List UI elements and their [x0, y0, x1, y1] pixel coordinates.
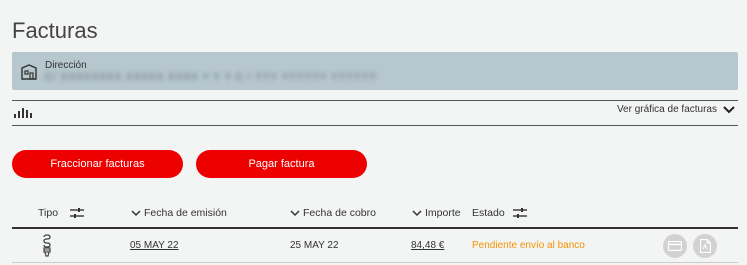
- filter-icon[interactable]: [512, 207, 527, 219]
- building-icon: [21, 64, 37, 80]
- column-label-importe: Importe: [425, 207, 461, 219]
- column-label-fecha-emision: Fecha de emisión: [144, 207, 227, 219]
- page-title: Facturas: [12, 18, 98, 43]
- table-header-divider: [12, 227, 738, 229]
- bar-chart-icon: [14, 108, 32, 118]
- address-value: C/ XXXXXXXX XXXXX XXXX Y Y Y C / YYY YYY…: [45, 72, 378, 83]
- column-label-fecha-cobro: Fecha de cobro: [303, 207, 376, 219]
- sort-chevron-icon: [290, 209, 300, 216]
- column-header-tipo[interactable]: Tipo: [38, 207, 87, 219]
- sort-chevron-icon: [412, 209, 422, 216]
- column-header-estado[interactable]: Estado: [472, 207, 530, 219]
- column-header-fecha-cobro[interactable]: Fecha de cobro: [287, 207, 376, 219]
- download-pdf-button[interactable]: [693, 234, 717, 258]
- address-box: Dirección C/ XXXXXXXX XXXXX XXXX Y Y Y C…: [12, 52, 738, 90]
- cell-fecha-cobro: 25 MAY 22: [290, 240, 339, 251]
- cell-estado: Pendiente envío al banco: [472, 240, 585, 251]
- divider-top: [12, 100, 738, 101]
- divider-chart: [12, 125, 738, 126]
- column-label-tipo: Tipo: [38, 207, 59, 219]
- chart-toggle[interactable]: Ver gráfica de facturas: [617, 104, 735, 115]
- lightbulb-icon: [43, 234, 51, 257]
- cell-fecha-emision[interactable]: 05 MAY 22: [130, 240, 179, 251]
- address-label: Dirección: [45, 60, 87, 71]
- column-header-importe[interactable]: Importe: [409, 207, 461, 219]
- pay-card-button[interactable]: [663, 234, 687, 258]
- column-label-estado: Estado: [472, 207, 505, 219]
- filter-icon[interactable]: [70, 207, 85, 219]
- table-row-divider: [12, 262, 738, 263]
- chevron-down-icon: [723, 105, 735, 113]
- column-header-fecha-emision[interactable]: Fecha de emisión: [128, 207, 227, 219]
- sort-chevron-icon: [131, 209, 141, 216]
- credit-card-icon: [668, 241, 682, 251]
- fraccionar-facturas-button[interactable]: Fraccionar facturas: [12, 150, 183, 178]
- document-icon: [699, 239, 711, 253]
- cell-importe[interactable]: 84,48 €: [411, 240, 444, 251]
- pagar-factura-button[interactable]: Pagar factura: [196, 150, 367, 178]
- chart-toggle-label: Ver gráfica de facturas: [616, 104, 717, 115]
